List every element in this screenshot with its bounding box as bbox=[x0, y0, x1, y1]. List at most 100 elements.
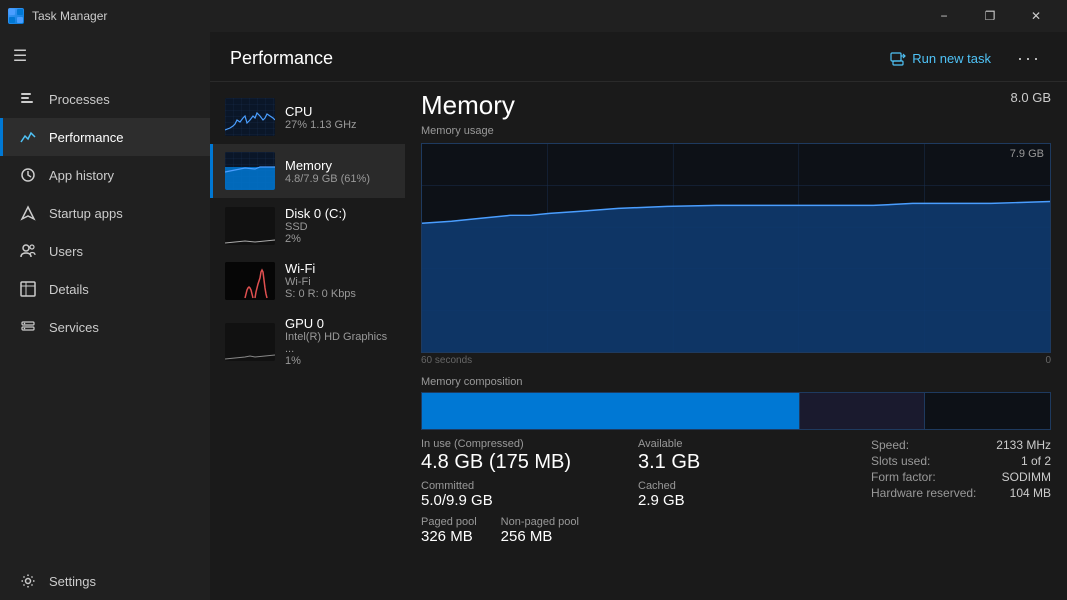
sidebar-item-processes[interactable]: Processes bbox=[0, 80, 210, 118]
sidebar-item-settings[interactable]: Settings bbox=[0, 562, 210, 600]
stat-paged: Paged pool 326 MB bbox=[421, 516, 477, 546]
hw-reserved-value: 104 MB bbox=[1010, 486, 1051, 500]
run-new-task-label: Run new task bbox=[912, 51, 991, 66]
details-icon bbox=[19, 280, 37, 298]
device-list: CPU 27% 1.13 GHz bbox=[210, 82, 405, 600]
disk-sub2: 2% bbox=[285, 233, 393, 245]
wifi-info: Wi-Fi Wi-Fi S: 0 R: 0 Kbps bbox=[285, 261, 393, 300]
device-item-wifi[interactable]: Wi-Fi Wi-Fi S: 0 R: 0 Kbps bbox=[210, 253, 405, 308]
gpu-name: GPU 0 bbox=[285, 316, 393, 331]
available-value: 3.1 GB bbox=[638, 450, 855, 474]
wifi-sub2: S: 0 R: 0 Kbps bbox=[285, 288, 393, 300]
minimize-button[interactable]: − bbox=[921, 0, 967, 32]
detail-header: Memory 8.0 GB bbox=[421, 90, 1051, 121]
stat-formfactor-row: Form factor: SODIMM bbox=[871, 470, 1051, 484]
stats-row-pool: Paged pool 326 MB Non-paged pool 256 MB bbox=[421, 516, 638, 552]
hw-reserved-label: Hardware reserved: bbox=[871, 486, 976, 500]
wifi-name: Wi-Fi bbox=[285, 261, 393, 276]
restore-button[interactable]: ❐ bbox=[967, 0, 1013, 32]
disk-sub1: SSD bbox=[285, 221, 393, 233]
composition-bar bbox=[421, 392, 1051, 430]
run-new-task-button[interactable]: Run new task bbox=[882, 47, 999, 71]
details-label: Details bbox=[49, 282, 89, 297]
task-manager-icon bbox=[8, 8, 24, 24]
cached-label: Cached bbox=[638, 480, 855, 492]
stat-committed: Committed 5.0/9.9 GB bbox=[421, 480, 638, 510]
close-button[interactable]: ✕ bbox=[1013, 0, 1059, 32]
performance-label: Performance bbox=[49, 130, 123, 145]
chart-max-label: 7.9 GB bbox=[1010, 148, 1044, 160]
sidebar-item-services[interactable]: Services bbox=[0, 308, 210, 346]
stat-available: Available 3.1 GB bbox=[638, 438, 855, 474]
memory-info: Memory 4.8/7.9 GB (61%) bbox=[285, 158, 393, 185]
committed-value: 5.0/9.9 GB bbox=[421, 492, 638, 510]
memory-usage-chart: 7.9 GB bbox=[421, 143, 1051, 353]
memory-stats: 4.8/7.9 GB (61%) bbox=[285, 173, 393, 185]
title-bar-left: Task Manager bbox=[8, 8, 107, 24]
wifi-thumbnail bbox=[225, 262, 275, 300]
nonpaged-label: Non-paged pool bbox=[501, 516, 579, 528]
disk-thumbnail bbox=[225, 207, 275, 245]
stat-cached: Cached 2.9 GB bbox=[638, 480, 855, 510]
device-item-cpu[interactable]: CPU 27% 1.13 GHz bbox=[210, 90, 405, 144]
chart-label: Memory usage bbox=[421, 125, 1051, 137]
composition-other bbox=[925, 393, 1050, 429]
content-area: Performance Run new task ··· bbox=[210, 32, 1067, 600]
speed-label: Speed: bbox=[871, 438, 909, 452]
slots-value: 1 of 2 bbox=[1021, 454, 1051, 468]
stats-section: In use (Compressed) 4.8 GB (175 MB) Comm… bbox=[421, 438, 1051, 552]
settings-icon bbox=[19, 572, 37, 590]
page-title: Performance bbox=[230, 48, 333, 69]
composition-available bbox=[800, 393, 925, 429]
gpu-sub1: Intel(R) HD Graphics ... bbox=[285, 331, 393, 355]
services-label: Services bbox=[49, 320, 99, 335]
processes-label: Processes bbox=[49, 92, 110, 107]
wifi-sub1: Wi-Fi bbox=[285, 276, 393, 288]
chart-time-left: 60 seconds bbox=[421, 355, 472, 366]
composition-label: Memory composition bbox=[421, 376, 1051, 388]
services-icon bbox=[19, 318, 37, 336]
sidebar-item-users[interactable]: Users bbox=[0, 232, 210, 270]
stats-col-1: In use (Compressed) 4.8 GB (175 MB) Comm… bbox=[421, 438, 638, 552]
main-layout: ☰ Processes Performance bbox=[0, 32, 1067, 600]
more-options-button[interactable]: ··· bbox=[1011, 46, 1047, 71]
gpu-sub2: 1% bbox=[285, 355, 393, 367]
paged-label: Paged pool bbox=[421, 516, 477, 528]
sidebar-item-startup-apps[interactable]: Startup apps bbox=[0, 194, 210, 232]
run-task-icon bbox=[890, 51, 906, 67]
slots-label: Slots used: bbox=[871, 454, 930, 468]
form-factor-value: SODIMM bbox=[1002, 470, 1051, 484]
device-item-gpu[interactable]: GPU 0 Intel(R) HD Graphics ... 1% bbox=[210, 308, 405, 375]
cpu-stats: 27% 1.13 GHz bbox=[285, 119, 393, 131]
cpu-name: CPU bbox=[285, 104, 393, 119]
app-history-icon bbox=[19, 166, 37, 184]
form-factor-label: Form factor: bbox=[871, 470, 936, 484]
sidebar-item-details[interactable]: Details bbox=[0, 270, 210, 308]
speed-value: 2133 MHz bbox=[996, 438, 1051, 452]
device-item-disk[interactable]: Disk 0 (C:) SSD 2% bbox=[210, 198, 405, 253]
processes-icon bbox=[19, 90, 37, 108]
gpu-thumbnail bbox=[225, 323, 275, 361]
sidebar-item-app-history[interactable]: App history bbox=[0, 156, 210, 194]
stats-col-2: Available 3.1 GB Cached 2.9 GB bbox=[638, 438, 855, 552]
stat-nonpaged: Non-paged pool 256 MB bbox=[501, 516, 579, 546]
detail-total: 8.0 GB bbox=[1011, 90, 1051, 105]
device-item-memory[interactable]: Memory 4.8/7.9 GB (61%) bbox=[210, 144, 405, 198]
stat-slots-row: Slots used: 1 of 2 bbox=[871, 454, 1051, 468]
cached-value: 2.9 GB bbox=[638, 492, 855, 510]
gpu-info: GPU 0 Intel(R) HD Graphics ... 1% bbox=[285, 316, 393, 367]
detail-panel: Memory 8.0 GB Memory usage bbox=[405, 82, 1067, 600]
chart-time-labels: 60 seconds 0 bbox=[421, 355, 1051, 366]
header-actions: Run new task ··· bbox=[882, 46, 1047, 71]
sidebar-menu-button[interactable]: ☰ bbox=[0, 36, 40, 76]
disk-info: Disk 0 (C:) SSD 2% bbox=[285, 206, 393, 245]
in-use-value: 4.8 GB (175 MB) bbox=[421, 450, 638, 474]
content-body: CPU 27% 1.13 GHz bbox=[210, 82, 1067, 600]
disk-name: Disk 0 (C:) bbox=[285, 206, 393, 221]
sidebar-item-performance[interactable]: Performance bbox=[0, 118, 210, 156]
in-use-label: In use (Compressed) bbox=[421, 438, 638, 450]
performance-icon bbox=[19, 128, 37, 146]
cpu-info: CPU 27% 1.13 GHz bbox=[285, 104, 393, 131]
committed-label: Committed bbox=[421, 480, 638, 492]
stat-in-use: In use (Compressed) 4.8 GB (175 MB) bbox=[421, 438, 638, 474]
